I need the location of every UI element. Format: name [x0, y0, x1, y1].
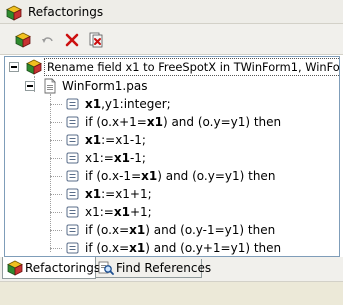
refactor-cube-icon [26, 59, 42, 75]
toolbar [0, 24, 343, 55]
code-line-icon [65, 150, 81, 166]
matched-identifier: x1 [85, 97, 102, 111]
remove-all-button[interactable] [86, 30, 106, 50]
reference-text-after: ) and (o.y+1=y1) then [145, 241, 282, 255]
reference-text-before: x1:= [85, 205, 114, 219]
code-line-icon [65, 222, 81, 238]
reference-text-after: ) and (o.y=y1) then [162, 115, 282, 129]
reference-text-rest: ,y1:integer; [101, 97, 171, 111]
collapse-toggle[interactable] [9, 62, 19, 72]
window-title: Refactorings [28, 5, 104, 19]
reference-text: if (o.x=x1) and (o.y+1=y1) then [85, 240, 281, 256]
reference-text-before: if (o.x= [85, 223, 130, 237]
reference-text-before: x1:= [85, 151, 114, 165]
reference-text: x1:=x1+1; [85, 186, 152, 202]
matched-identifier: x1 [129, 241, 146, 255]
undo-button[interactable] [38, 30, 58, 50]
code-line-icon [65, 240, 81, 256]
reference-text: x1,y1:integer; [85, 96, 171, 112]
reference-text-before: if (o.x= [85, 241, 130, 255]
code-line-icon [65, 168, 81, 184]
tree-root-row[interactable]: Rename field x1 to FreeSpotX in TWinForm… [5, 58, 339, 76]
matched-identifier: x1 [113, 151, 130, 165]
tab-find-references-label: Find References [116, 261, 212, 275]
reference-text: x1:=x1-1; [85, 150, 146, 166]
tab-refactorings-label: Refactorings [25, 261, 101, 275]
code-line-icon [65, 132, 81, 148]
reference-row[interactable]: if (o.x=x1) and (o.y-1=y1) then [5, 221, 339, 239]
refactor-cube-icon [7, 260, 23, 276]
matched-identifier: x1 [141, 169, 158, 183]
reference-text: if (o.x=x1) and (o.y-1=y1) then [85, 222, 275, 238]
reference-text: x1:=x1-1; [85, 132, 146, 148]
reference-row[interactable]: x1:=x1+1; [5, 203, 339, 221]
tree-file-row[interactable]: WinForm1.pas [5, 77, 339, 95]
pas-file-icon [42, 78, 58, 94]
refactor-button[interactable] [13, 30, 33, 50]
matched-identifier: x1 [85, 187, 102, 201]
reference-row[interactable]: if (o.x-1=x1) and (o.y=y1) then [5, 167, 339, 185]
matched-identifier: x1 [146, 115, 163, 129]
tab-refactorings[interactable]: Refactorings [2, 257, 100, 279]
reference-text-before: if (o.x-1= [85, 169, 142, 183]
matched-identifier: x1 [129, 223, 146, 237]
code-line-icon [65, 96, 81, 112]
tab-find-references[interactable]: Find References [96, 259, 211, 278]
reference-text: if (o.x-1=x1) and (o.y=y1) then [85, 168, 275, 184]
bottom-tab-bar: Refactorings Find References [0, 257, 343, 281]
reference-text-after: -1; [129, 151, 146, 165]
code-line-icon [65, 114, 81, 130]
refactorings-tree[interactable]: Rename field x1 to FreeSpotX in TWinForm… [4, 56, 340, 257]
reference-row[interactable]: x1:=x1+1; [5, 185, 339, 203]
window-titlebar: Refactorings [0, 0, 343, 24]
refactor-cube-icon [6, 5, 22, 21]
reference-text: x1:=x1+1; [85, 204, 152, 220]
code-line-icon [65, 204, 81, 220]
reference-text-after: :=x1+1; [101, 187, 152, 201]
reference-row[interactable]: x1:=x1-1; [5, 149, 339, 167]
reference-row[interactable]: if (o.x=x1) and (o.y+1=y1) then [5, 239, 339, 256]
find-references-icon [98, 260, 114, 276]
reference-row[interactable]: if (o.x+1=x1) and (o.y=y1) then [5, 113, 339, 131]
reference-row[interactable]: x1,y1:integer; [5, 95, 339, 113]
reference-text-after: +1; [129, 205, 152, 219]
reference-text-after: ) and (o.y=y1) then [157, 169, 276, 183]
matched-identifier: x1 [113, 205, 130, 219]
tree-root-label: Rename field x1 to FreeSpotX in TWinForm… [43, 58, 339, 76]
reference-text: if (o.x+1=x1) and (o.y=y1) then [85, 114, 281, 130]
status-bar [0, 281, 343, 305]
matched-identifier: x1 [85, 133, 102, 147]
collapse-toggle[interactable] [25, 81, 35, 91]
tree-file-label: WinForm1.pas [62, 79, 148, 93]
reference-text-after: :=x1-1; [101, 133, 146, 147]
delete-button[interactable] [62, 30, 82, 50]
code-line-icon [65, 186, 81, 202]
reference-text-before: if (o.x+1= [85, 115, 147, 129]
reference-row[interactable]: x1:=x1-1; [5, 131, 339, 149]
reference-text-after: ) and (o.y-1=y1) then [145, 223, 276, 237]
